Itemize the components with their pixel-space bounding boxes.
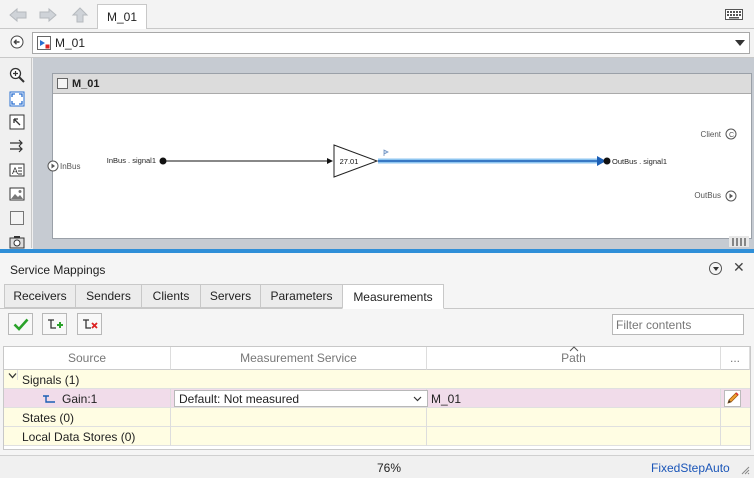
tab-label: Parameters (270, 289, 333, 303)
subsystem-title-bar: M_01 (53, 74, 751, 94)
subsystem-frame[interactable]: M_01 (52, 73, 752, 239)
up-arrow-icon (71, 7, 89, 23)
address-dropdown-icon[interactable] (735, 40, 745, 46)
service-mappings-panel: Service Mappings ✕ Receivers Senders Cli… (0, 253, 754, 478)
tab-clients[interactable]: Clients (141, 284, 201, 308)
address-row: M_01 (0, 29, 754, 58)
keyboard-icon[interactable] (725, 9, 743, 20)
arrows-right-icon (10, 139, 23, 153)
path-value: M_01 (431, 391, 462, 406)
forward-arrow-icon (39, 7, 57, 23)
camera-icon (9, 236, 25, 249)
source-cell: Gain:1 (4, 389, 171, 408)
tab-label: Servers (209, 289, 252, 303)
status-bar: 76% FixedStepAuto (0, 455, 754, 478)
tab-label: Measurements (353, 289, 433, 304)
zoom-button[interactable] (9, 67, 25, 83)
group-label-cell: States (0) (4, 408, 171, 427)
close-icon[interactable]: ✕ (733, 260, 745, 274)
path-cell: M_01 (427, 389, 721, 408)
tab-servers[interactable]: Servers (200, 284, 261, 308)
model-icon (37, 36, 51, 50)
subsystem-icon (57, 78, 68, 89)
column-header-source[interactable]: Source (4, 347, 171, 370)
svg-text:A: A (12, 166, 18, 176)
empty-cell (427, 427, 721, 446)
column-header-measurement-service[interactable]: Measurement Service (171, 347, 427, 370)
empty-cell (171, 427, 427, 446)
remove-signal-icon (82, 319, 98, 329)
area-button[interactable] (9, 210, 25, 226)
annotation-button[interactable]: A (9, 162, 25, 178)
source-label: Gain:1 (62, 391, 98, 406)
table-row[interactable]: Gain:1 Default: Not measured M_01 (4, 389, 750, 408)
tab-model-label: M_01 (106, 10, 138, 24)
navigate-button[interactable] (9, 114, 25, 130)
validate-button[interactable] (8, 313, 33, 335)
image-button[interactable] (9, 186, 25, 202)
model-address-text: M_01 (55, 36, 86, 50)
text-annotation-icon: A (9, 163, 25, 177)
group-label: Signals (1) (22, 372, 80, 387)
fit-view-button[interactable] (9, 91, 25, 107)
empty-cell (427, 408, 721, 427)
table-row-states-group[interactable]: States (0) (4, 408, 750, 427)
column-header-label: Source (67, 351, 107, 365)
tab-parameters[interactable]: Parameters (260, 284, 343, 308)
filter-input[interactable] (612, 314, 744, 335)
column-header-label: Measurement Service (240, 351, 357, 365)
image-icon (9, 187, 25, 201)
tab-label: Receivers (13, 289, 67, 303)
back-button[interactable] (8, 5, 28, 25)
model-address-bar[interactable]: M_01 (32, 32, 750, 54)
tab-label: Clients (152, 289, 190, 303)
tab-senders[interactable]: Senders (75, 284, 142, 308)
measurement-service-select[interactable]: Default: Not measured (174, 390, 428, 407)
screenshot-button[interactable] (9, 234, 25, 250)
up-button[interactable] (70, 5, 90, 25)
resize-grip-icon[interactable] (740, 465, 750, 475)
column-chooser-button[interactable]: ... (721, 347, 750, 370)
top-toolbar: M_01 (0, 0, 754, 29)
hide-browser-icon[interactable] (10, 35, 24, 49)
solver-link[interactable]: FixedStepAuto (651, 461, 730, 475)
tab-model[interactable]: M_01 (97, 4, 147, 29)
sort-up-icon (569, 346, 579, 352)
checkmark-icon (13, 318, 28, 331)
subsystem-title: M_01 (72, 77, 100, 90)
tab-receivers[interactable]: Receivers (4, 284, 76, 308)
expander-icon[interactable] (8, 370, 18, 380)
tab-measurements[interactable]: Measurements (342, 284, 444, 309)
navigate-icon (9, 114, 25, 130)
edit-pencil-icon[interactable] (724, 390, 741, 407)
table-row-local-data-stores-group[interactable]: Local Data Stores (0) (4, 427, 750, 446)
chevron-down-icon (413, 396, 422, 402)
empty-cell (171, 408, 427, 427)
column-header-label: ... (729, 351, 740, 365)
measurement-service-value: Default: Not measured (179, 391, 300, 406)
signal-route-button[interactable] (9, 138, 25, 154)
tab-label: Senders (86, 289, 131, 303)
column-header-label: Path (561, 351, 586, 365)
area-icon (10, 211, 24, 225)
group-label: States (0) (22, 410, 75, 425)
zoom-level: 76% (377, 461, 402, 475)
fit-to-view-icon (9, 91, 25, 107)
forward-button[interactable] (38, 5, 58, 25)
measurements-table: Source Measurement Service Path ... Sign… (3, 346, 751, 450)
panel-title: Service Mappings (10, 263, 106, 277)
add-signal-icon (47, 319, 63, 329)
zoom-in-icon (9, 67, 25, 83)
tool-palette: A (0, 58, 32, 250)
signal-icon (43, 394, 55, 403)
panel-menu-icon[interactable] (709, 262, 722, 275)
remove-measurement-button[interactable] (77, 313, 102, 335)
group-label-cell: Local Data Stores (0) (4, 427, 171, 446)
group-label: Local Data Stores (0) (22, 429, 136, 444)
column-header-path[interactable]: Path (427, 346, 721, 370)
table-row-signals-group[interactable]: Signals (1) (4, 370, 750, 389)
canvas-view-toggle-icon[interactable] (729, 236, 749, 247)
back-arrow-icon (9, 7, 27, 23)
add-measurement-button[interactable] (42, 313, 67, 335)
